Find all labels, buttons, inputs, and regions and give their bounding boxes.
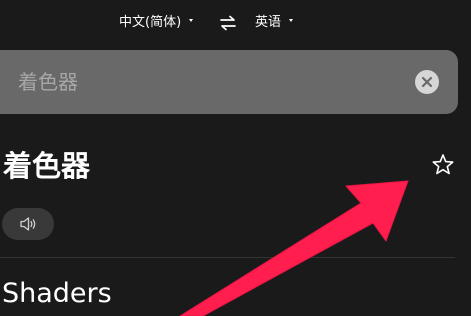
section-divider — [0, 257, 455, 258]
source-language-selector[interactable]: 中文(简体) — [119, 13, 194, 33]
search-box — [0, 50, 458, 114]
target-language-label: 英语 — [255, 15, 282, 30]
target-language-caret-icon — [289, 19, 294, 22]
favorite-button[interactable] — [430, 152, 456, 178]
translation-text[interactable]: Shaders — [2, 276, 112, 312]
speaker-icon — [20, 217, 36, 231]
clear-search-button[interactable] — [415, 70, 439, 94]
headword: 着色器 — [3, 149, 91, 183]
star-outline-icon — [432, 154, 454, 175]
pronunciation-button[interactable] — [2, 208, 54, 240]
swap-languages-button[interactable] — [219, 13, 237, 33]
target-language-selector[interactable]: 英语 — [255, 13, 294, 33]
swap-arrows-icon — [220, 15, 236, 31]
language-bar: 中文(简体) 英语 — [0, 0, 471, 46]
clear-circle-x-icon — [421, 76, 433, 88]
source-language-caret-icon — [189, 19, 194, 22]
source-language-label: 中文(简体) — [119, 15, 182, 30]
search-input[interactable] — [18, 66, 398, 98]
